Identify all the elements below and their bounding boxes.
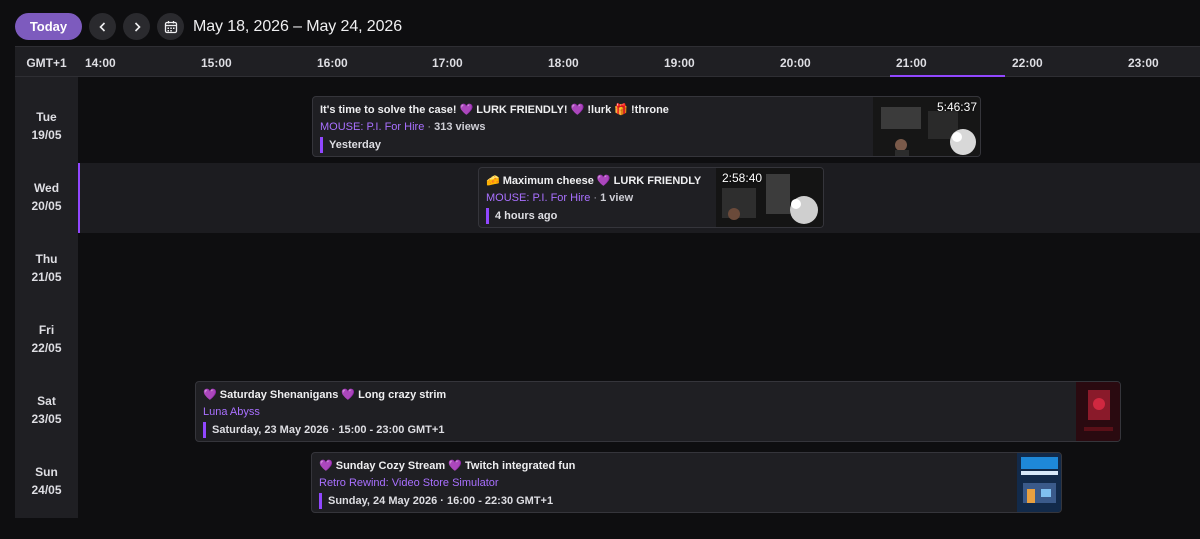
vod-thumbnail[interactable]: 5:46:37	[873, 97, 980, 156]
day-label-thu: Thu 21/05	[31, 252, 62, 284]
event-card-scheduled[interactable]: 💜 Saturday Shenanigans 💜 Long crazy stri…	[195, 381, 1121, 442]
vod-duration: 2:58:40	[722, 171, 763, 185]
next-week-button[interactable]	[123, 13, 150, 40]
chevron-left-icon	[98, 21, 105, 32]
today-button[interactable]: Today	[15, 13, 82, 40]
hour-label: 14:00	[85, 55, 116, 70]
date-range-title: May 18, 2026 – May 24, 2026	[193, 17, 402, 35]
event-title: It's time to solve the case! 💜 LURK FRIE…	[320, 104, 669, 116]
event-game-link[interactable]: Retro Rewind: Video Store Simulator	[319, 477, 499, 489]
game-boxart[interactable]	[1017, 453, 1061, 512]
event-card-past-broadcast[interactable]: It's time to solve the case! 💜 LURK FRIE…	[312, 96, 981, 157]
hour-label: 15:00	[201, 55, 232, 70]
day-label-sun: Sun 24/05	[31, 465, 62, 497]
event-game-link[interactable]: MOUSE: P.I. For Hire	[486, 192, 590, 204]
date-picker-button[interactable]	[157, 13, 184, 40]
event-card-scheduled[interactable]: 💜 Sunday Cozy Stream 💜 Twitch integrated…	[311, 452, 1062, 513]
event-game-link[interactable]: Luna Abyss	[203, 406, 260, 418]
event-time: Yesterday	[320, 137, 381, 153]
calendar-toolbar: Today May 18, 2026 – May 24, 2026	[15, 13, 402, 40]
event-title: 💜 Saturday Shenanigans 💜 Long crazy stri…	[203, 389, 447, 401]
hour-header: GMT+1 14:00 15:00 16:00 17:00 18:00 19:0…	[15, 46, 1200, 77]
current-hour-indicator	[890, 75, 1005, 77]
day-label-fri: Fri 22/05	[31, 323, 62, 355]
day-label-wed: Wed 20/05	[31, 181, 62, 213]
previous-week-button[interactable]	[89, 13, 116, 40]
hour-label: 19:00	[664, 55, 695, 70]
event-view-count: 1 view	[600, 192, 634, 204]
event-time: Saturday, 23 May 2026 · 15:00 - 23:00 GM…	[203, 422, 444, 438]
hour-label: 23:00	[1128, 55, 1159, 70]
hour-label-current: 21:00	[896, 55, 927, 70]
vod-thumbnail[interactable]: 2:58:40	[716, 168, 823, 227]
hour-label: 16:00	[317, 55, 348, 70]
event-subtitle: MOUSE: P.I. For Hire · 313 views	[320, 121, 486, 133]
schedule-calendar: GMT+1 14:00 15:00 16:00 17:00 18:00 19:0…	[15, 46, 1200, 518]
boxart-image	[1076, 382, 1120, 441]
event-title: 💜 Sunday Cozy Stream 💜 Twitch integrated…	[319, 460, 576, 472]
hour-label: 17:00	[432, 55, 463, 70]
boxart-image	[1017, 453, 1061, 512]
hour-label: 18:00	[548, 55, 579, 70]
chevron-right-icon	[134, 21, 141, 32]
timezone-label: GMT+1	[26, 55, 67, 70]
hour-label: 22:00	[1012, 55, 1043, 70]
event-subtitle: Retro Rewind: Video Store Simulator	[319, 477, 499, 489]
event-subtitle: MOUSE: P.I. For Hire · 1 view	[486, 192, 634, 204]
event-subtitle: Luna Abyss	[203, 406, 260, 418]
hour-label: 20:00	[780, 55, 811, 70]
day-label-tue: Tue 19/05	[31, 110, 62, 142]
event-view-count: 313 views	[434, 121, 486, 133]
calendar-icon	[164, 20, 177, 33]
day-label-sat: Sat 23/05	[31, 394, 62, 426]
event-time: 4 hours ago	[486, 208, 557, 224]
vod-duration: 5:46:37	[936, 100, 977, 114]
game-boxart[interactable]	[1076, 382, 1120, 441]
event-game-link[interactable]: MOUSE: P.I. For Hire	[320, 121, 424, 133]
event-time: Sunday, 24 May 2026 · 16:00 - 22:30 GMT+…	[319, 493, 553, 509]
event-card-past-broadcast[interactable]: 🧀 Maximum cheese 💜 LURK FRIENDLY MOUSE: …	[478, 167, 824, 228]
day-column: Tue 19/05 Wed 20/05 Thu 21/05 Fri 22/05 Sat 2…	[15, 77, 78, 518]
event-title: 🧀 Maximum cheese 💜 LURK FRIENDLY	[486, 175, 702, 187]
